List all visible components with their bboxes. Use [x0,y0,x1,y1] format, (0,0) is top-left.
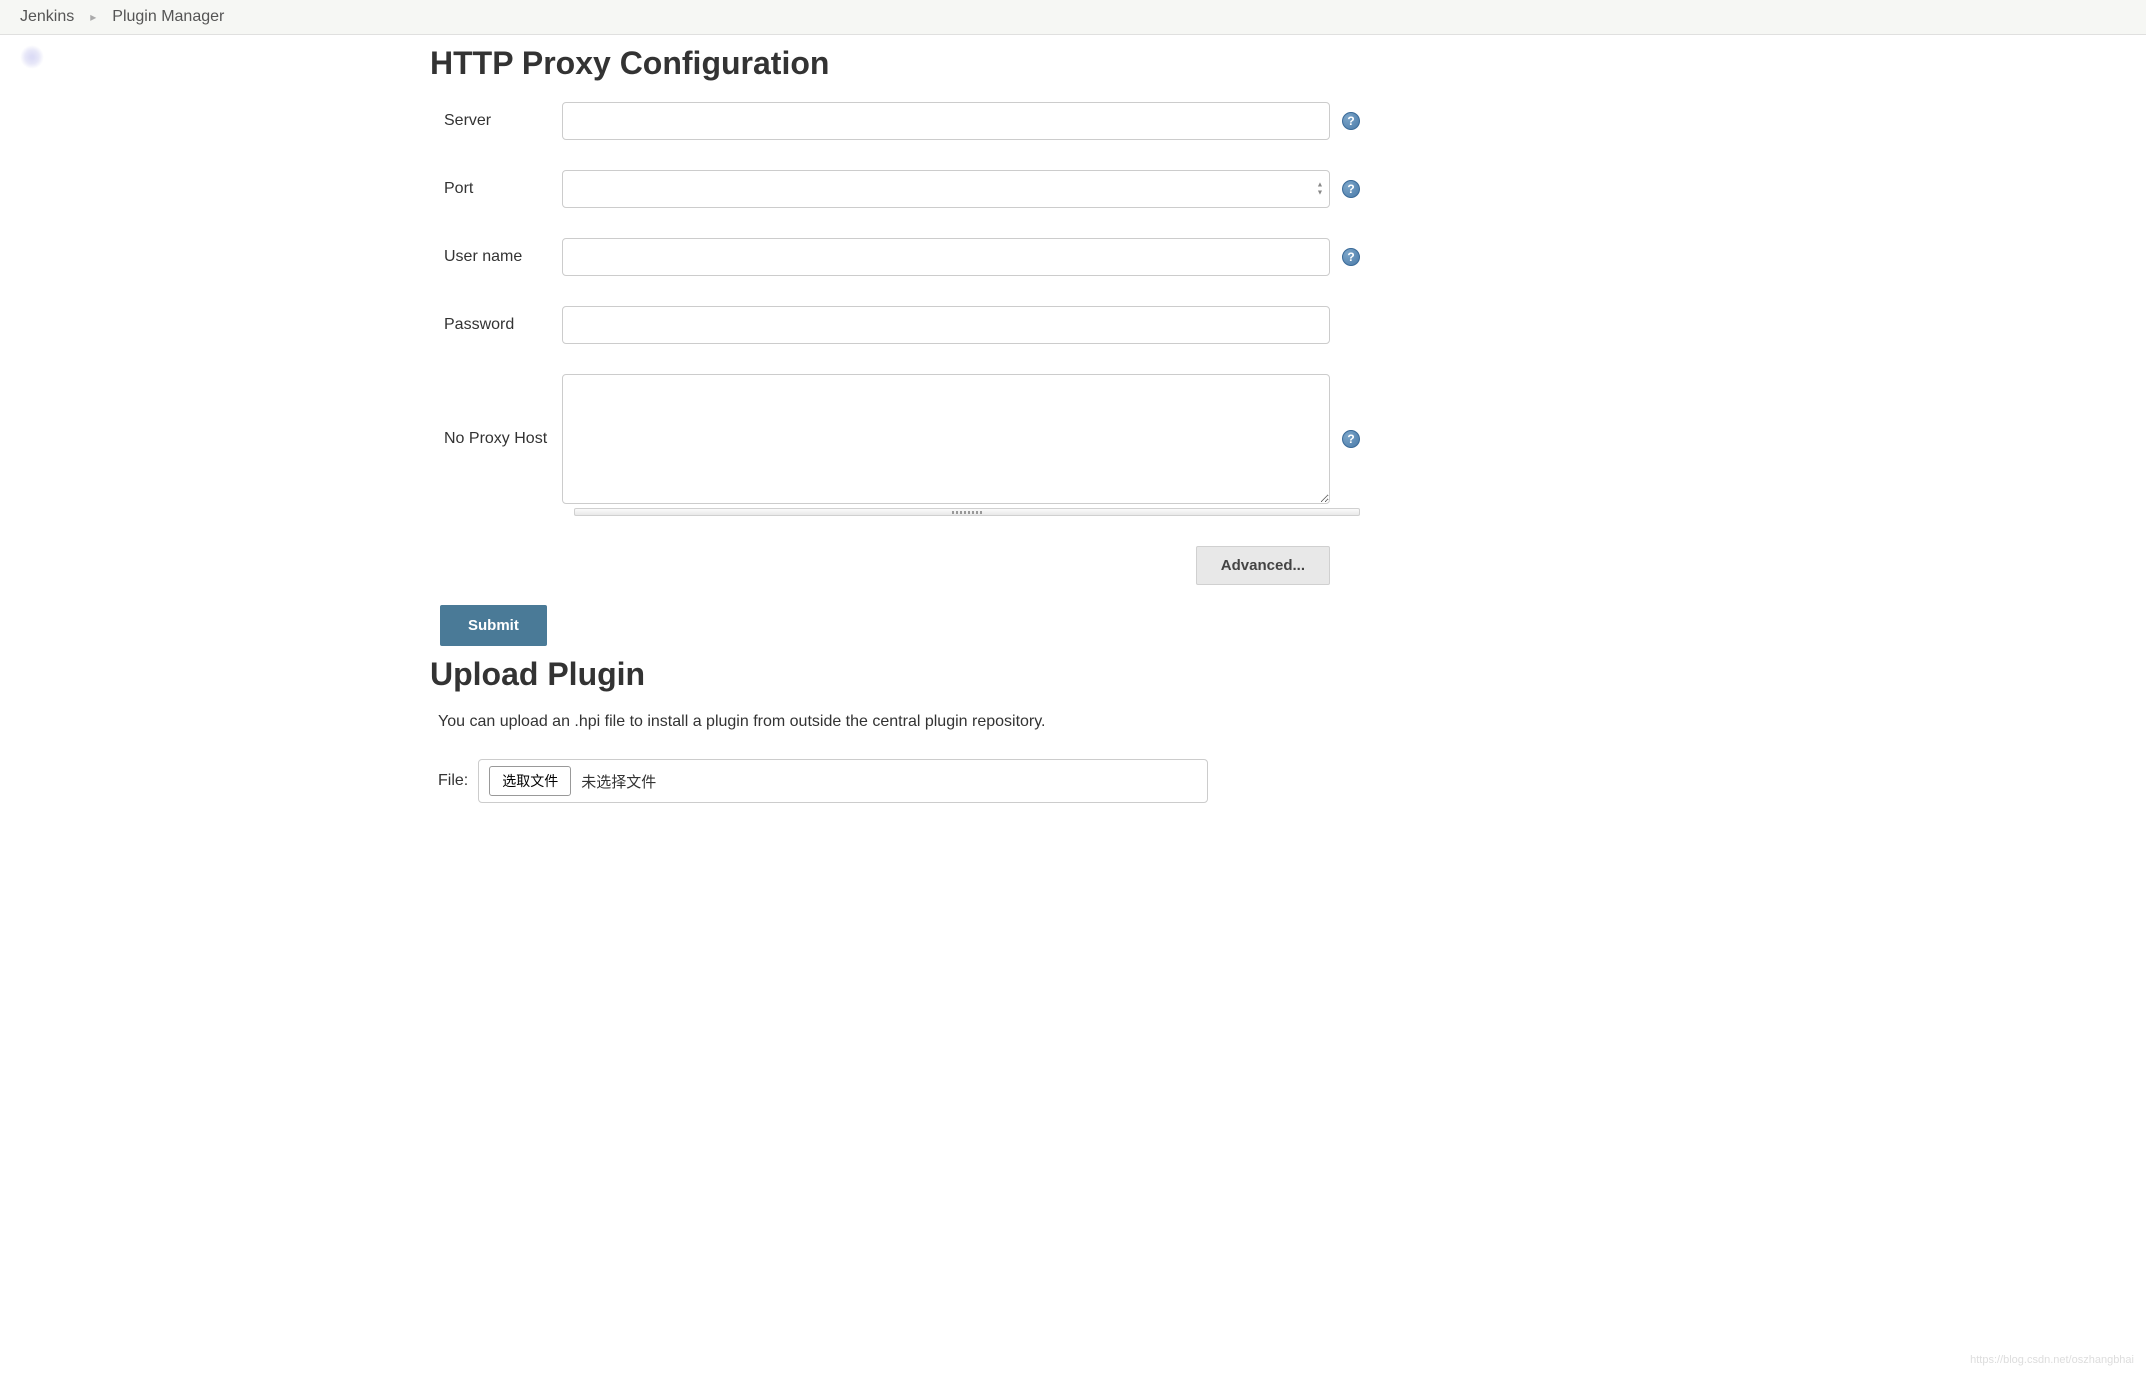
noproxy-row: No Proxy Host ? [430,374,1360,504]
file-row: File: 选取文件 未选择文件 [438,759,1360,803]
username-label: User name [430,248,550,266]
help-icon[interactable]: ? [1342,430,1360,448]
help-icon[interactable]: ? [1342,180,1360,198]
choose-file-button[interactable]: 选取文件 [489,766,571,796]
spinner-down-icon[interactable]: ▼ [1315,190,1325,197]
noproxy-textarea[interactable] [562,374,1330,504]
password-row: Password [430,306,1360,344]
noproxy-label: No Proxy Host [430,430,550,448]
port-input-wrap: ▲ ▼ [562,170,1330,208]
breadcrumb-item-jenkins[interactable]: Jenkins [20,8,74,26]
help-icon[interactable]: ? [1342,112,1360,130]
file-label: File: [438,772,468,790]
username-input[interactable] [562,238,1330,276]
chevron-right-icon: ▸ [90,10,96,24]
port-row: Port ▲ ▼ ? [430,170,1360,208]
file-input-wrap[interactable]: 选取文件 未选择文件 [478,759,1208,803]
password-input[interactable] [562,306,1330,344]
main-content: HTTP Proxy Configuration Server ? Port ▲… [420,35,1380,835]
proxy-config-heading: HTTP Proxy Configuration [430,45,1360,82]
username-row: User name ? [430,238,1360,276]
sidebar-item[interactable] [20,45,400,69]
upload-plugin-heading: Upload Plugin [430,656,1360,693]
resize-handle[interactable] [574,508,1360,516]
server-label: Server [430,112,550,130]
advanced-row: Advanced... [430,546,1360,585]
number-spinner: ▲ ▼ [1315,182,1325,197]
breadcrumb: Jenkins ▸ Plugin Manager [0,0,2146,35]
server-row: Server ? [430,102,1360,140]
sidebar [0,35,420,835]
port-input[interactable] [563,171,1329,207]
file-status: 未选择文件 [581,771,656,792]
password-label: Password [430,316,550,334]
help-icon[interactable]: ? [1342,248,1360,266]
breadcrumb-item-plugin-manager[interactable]: Plugin Manager [112,8,224,26]
port-label: Port [430,180,550,198]
server-input[interactable] [562,102,1330,140]
watermark: https://blog.csdn.net/oszhangbhai [1970,1354,2134,1366]
spinner-up-icon[interactable]: ▲ [1315,182,1325,189]
advanced-button[interactable]: Advanced... [1196,546,1330,585]
submit-button[interactable]: Submit [440,605,547,646]
gear-icon [20,45,44,69]
upload-description: You can upload an .hpi file to install a… [438,713,1360,731]
grip-icon [952,511,982,514]
